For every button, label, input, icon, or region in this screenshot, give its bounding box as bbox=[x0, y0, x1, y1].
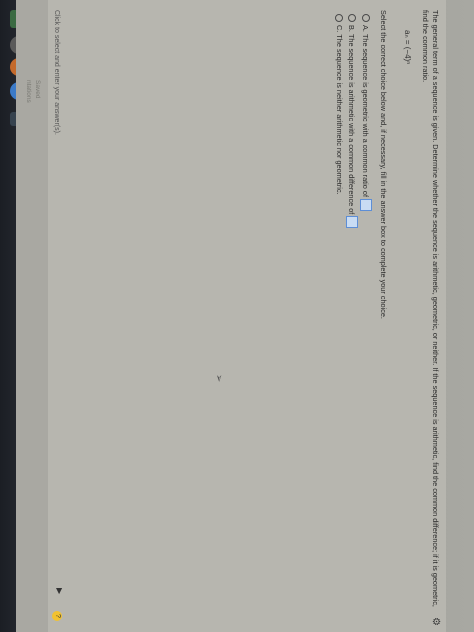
question-text: The general term of a sequence is given.… bbox=[421, 10, 440, 607]
mouse-cursor-icon: ➢ bbox=[213, 374, 224, 383]
arrow-right-icon[interactable]: ▶ bbox=[55, 588, 64, 594]
instruction-text: Select the correct choice below and, if … bbox=[379, 10, 388, 319]
status-saved: Saved bbox=[34, 80, 41, 99]
choice-letter: A. bbox=[361, 25, 371, 32]
choice-letter: C. bbox=[335, 25, 344, 33]
choice-text: The sequence is geometric with a common … bbox=[361, 33, 371, 197]
help-icon[interactable]: ? bbox=[52, 611, 62, 621]
status-ntations: ntations bbox=[25, 80, 32, 103]
status-note: Saved ntations bbox=[24, 80, 42, 103]
choice-text: The sequence is arithmetic with a common… bbox=[347, 33, 357, 215]
choice-a[interactable]: A. The sequence is geometric with a comm… bbox=[360, 14, 372, 211]
sequence-formula: aₙ = (−4)ⁿ bbox=[403, 30, 412, 65]
answer-box[interactable] bbox=[360, 198, 372, 211]
choice-c[interactable]: C. The sequence is neither arithmetic no… bbox=[335, 14, 344, 195]
radio-button[interactable] bbox=[348, 14, 356, 22]
question-page: ⚙ The general term of a sequence is give… bbox=[16, 0, 446, 632]
choice-b[interactable]: B. The sequence is arithmetic with a com… bbox=[346, 14, 358, 229]
choice-letter: B. bbox=[347, 25, 357, 32]
choice-text: The sequence is neither arithmetic nor g… bbox=[335, 34, 344, 195]
answer-hint: Click to select and enter your answer(s)… bbox=[53, 10, 60, 135]
answer-box[interactable] bbox=[346, 216, 358, 229]
radio-button[interactable] bbox=[335, 14, 344, 22]
screen-photo: ⚙ The general term of a sequence is give… bbox=[0, 0, 474, 632]
radio-button[interactable] bbox=[362, 14, 370, 22]
gear-icon[interactable]: ⚙ bbox=[430, 617, 441, 627]
